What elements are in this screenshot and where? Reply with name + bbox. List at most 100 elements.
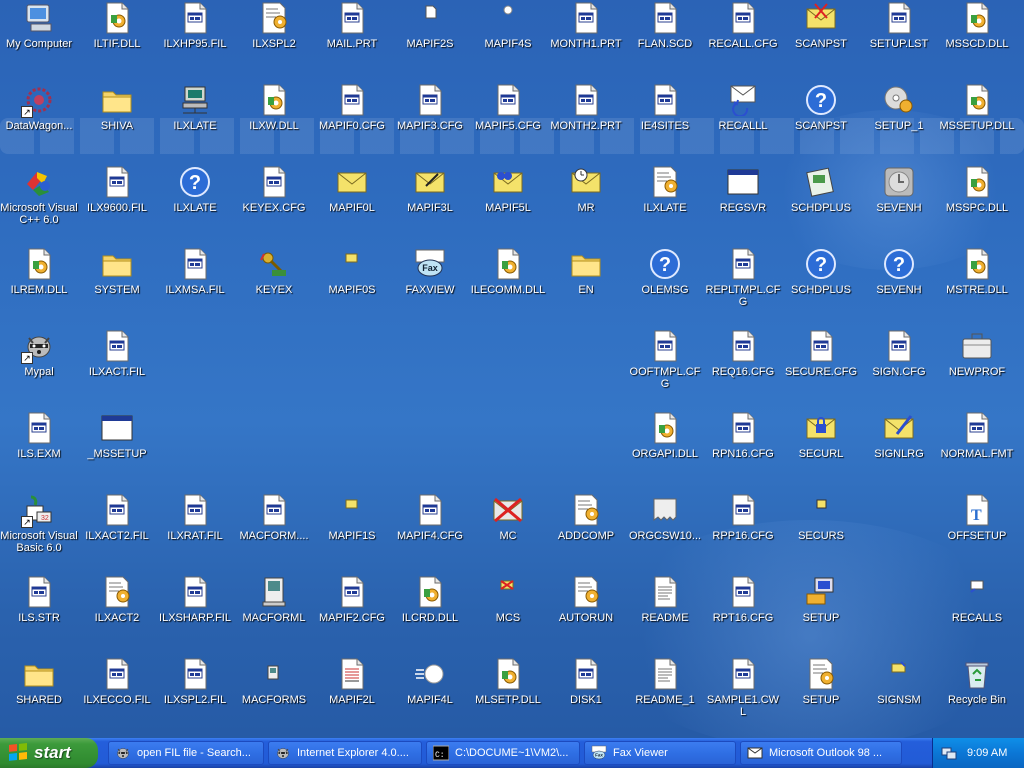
desktop-icon[interactable]: REQ16.CFG	[704, 330, 782, 412]
desktop-icon[interactable]: MC	[469, 494, 547, 576]
desktop-icon[interactable]: NORMAL.FMT	[938, 412, 1016, 494]
desktop-icon[interactable]: ILXECCO.FIL	[78, 658, 156, 740]
desktop-icon[interactable]: MAPIF2.CFG	[313, 576, 391, 658]
desktop-icon[interactable]: ILECOMM.DLL	[469, 248, 547, 330]
desktop[interactable]: My Computer ILTIF.DLL ILXHP95.FIL ILXSPL2…	[0, 0, 1024, 750]
desktop-icon[interactable]: SETUP_1	[860, 84, 938, 166]
desktop-icon[interactable]: ILREM.DLL	[0, 248, 78, 330]
taskbar-button[interactable]: C: C:\DOCUME~1\VM2\...	[426, 741, 580, 765]
desktop-icon[interactable]: ILXW.DLL	[235, 84, 313, 166]
desktop-icon[interactable]: ? SCANPST	[782, 84, 860, 166]
desktop-icon[interactable]: ILS.EXM	[0, 412, 78, 494]
desktop-icon[interactable]: REGSVR	[704, 166, 782, 248]
desktop-icon[interactable]: MSSPC.DLL	[938, 166, 1016, 248]
desktop-icon[interactable]: MAPIF4.CFG	[391, 494, 469, 576]
desktop-icon[interactable]: MR	[547, 166, 625, 248]
desktop-icon[interactable]: MAPIF1S	[313, 494, 391, 576]
desktop-icon[interactable]: Microsoft Visual C++ 6.0	[0, 166, 78, 248]
desktop-icon[interactable]: RPN16.CFG	[704, 412, 782, 494]
desktop-icon[interactable]: ILTIF.DLL	[78, 2, 156, 84]
desktop-icon[interactable]: ILXSPL2.FIL	[156, 658, 234, 740]
desktop-icon[interactable]: MAIL.PRT	[313, 2, 391, 84]
desktop-icon[interactable]: RPT16.CFG	[704, 576, 782, 658]
desktop-icon[interactable]: RECALL.CFG	[704, 2, 782, 84]
desktop-icon[interactable]: MAPIF5.CFG	[469, 84, 547, 166]
desktop-icon[interactable]: SETUP.LST	[860, 2, 938, 84]
desktop-icon[interactable]: ORGAPI.DLL	[626, 412, 704, 494]
desktop-icon[interactable]: MONTH1.PRT	[547, 2, 625, 84]
desktop-icon[interactable]: RPP16.CFG	[704, 494, 782, 576]
desktop-icon[interactable]: _MSSETUP	[78, 412, 156, 494]
start-button[interactable]: start	[0, 738, 98, 768]
desktop-icon[interactable]: IE4SITES	[626, 84, 704, 166]
taskbar-button[interactable]: Microsoft Outlook 98 ...	[740, 741, 902, 765]
desktop-icon[interactable]: SECURE.CFG	[782, 330, 860, 412]
desktop-icon[interactable]: MONTH2.PRT	[547, 84, 625, 166]
taskbar-button[interactable]: Internet Explorer 4.0....	[268, 741, 422, 765]
desktop-icon[interactable]: MLSETP.DLL	[469, 658, 547, 740]
desktop-icon[interactable]: SIGNLRG	[860, 412, 938, 494]
desktop-icon[interactable]: ILXMSA.FIL	[156, 248, 234, 330]
desktop-icon[interactable]: SCANPST	[782, 2, 860, 84]
desktop-icon[interactable]: ↗ Mypal	[0, 330, 78, 412]
taskbar-button[interactable]: open FIL file - Search...	[108, 741, 264, 765]
desktop-icon[interactable]: Fax FAXVIEW	[391, 248, 469, 330]
desktop-icon[interactable]: ? ILXLATE	[156, 166, 234, 248]
desktop-icon[interactable]: SETUP	[782, 658, 860, 740]
desktop-icon[interactable]: MACFORM....	[235, 494, 313, 576]
desktop-icon[interactable]: MAPIF5L	[469, 166, 547, 248]
desktop-icon[interactable]: SAMPLE1.CWL	[704, 658, 782, 740]
desktop-icon[interactable]: RECALLS	[938, 576, 1016, 658]
desktop-icon[interactable]: MAPIF3.CFG	[391, 84, 469, 166]
desktop-icon[interactable]: KEYEX.CFG	[235, 166, 313, 248]
desktop-icon[interactable]: ILXACT2	[78, 576, 156, 658]
desktop-icon[interactable]: SCHDPLUS	[782, 166, 860, 248]
desktop-icon[interactable]: REPLTMPL.CFG	[704, 248, 782, 330]
desktop-icon[interactable]: MAPIF3L	[391, 166, 469, 248]
desktop-icon[interactable]: OOFTMPL.CFG	[626, 330, 704, 412]
desktop-icon[interactable]: ILXLATE	[156, 84, 234, 166]
desktop-icon[interactable]: ILX9600.FIL	[78, 166, 156, 248]
desktop-icon[interactable]: ILXACT2.FIL	[78, 494, 156, 576]
desktop-icon[interactable]: SIGN.CFG	[860, 330, 938, 412]
desktop-icon[interactable]: FLAN.SCD	[626, 2, 704, 84]
desktop-icon[interactable]: MAPIF0L	[313, 166, 391, 248]
desktop-icon[interactable]: MAPIF0.CFG	[313, 84, 391, 166]
desktop-icon[interactable]: ILXHP95.FIL	[156, 2, 234, 84]
desktop-icon[interactable]: SECURL	[782, 412, 860, 494]
desktop-icon[interactable]: MSSETUP.DLL	[938, 84, 1016, 166]
network-tray-icon[interactable]	[941, 745, 957, 761]
desktop-icon[interactable]: SETUP	[782, 576, 860, 658]
desktop-icon[interactable]: ILXRAT.FIL	[156, 494, 234, 576]
desktop-icon[interactable]: RECALLL	[704, 84, 782, 166]
desktop-icon[interactable]: ILXLATE	[626, 166, 704, 248]
desktop-icon[interactable]: MACFORMS	[235, 658, 313, 740]
desktop-icon[interactable]: ↗ DataWagon...	[0, 84, 78, 166]
desktop-icon[interactable]: ILS.STR	[0, 576, 78, 658]
desktop-icon[interactable]: ILXSPL2	[235, 2, 313, 84]
taskbar-button[interactable]: Fax Fax Viewer	[584, 741, 736, 765]
desktop-icon[interactable]: ADDCOMP	[547, 494, 625, 576]
desktop-icon[interactable]: 32 ↗ Microsoft Visual Basic 6.0	[0, 494, 78, 576]
desktop-icon[interactable]: SHIVA	[78, 84, 156, 166]
desktop-icon[interactable]: README	[626, 576, 704, 658]
desktop-icon[interactable]: EN	[547, 248, 625, 330]
desktop-icon[interactable]: ILXACT.FIL	[78, 330, 156, 412]
desktop-icon[interactable]: SECURS	[782, 494, 860, 576]
desktop-icon[interactable]: ? SCHDPLUS	[782, 248, 860, 330]
desktop-icon[interactable]: My Computer	[0, 2, 78, 84]
desktop-icon[interactable]: SYSTEM	[78, 248, 156, 330]
desktop-icon[interactable]: MAPIF0S	[313, 248, 391, 330]
desktop-icon[interactable]: MCS	[469, 576, 547, 658]
desktop-icon[interactable]: NEWPROF	[938, 330, 1016, 412]
desktop-icon[interactable]: ILXSHARP.FIL	[156, 576, 234, 658]
desktop-icon[interactable]: AUTORUN	[547, 576, 625, 658]
desktop-icon[interactable]: KEYEX	[235, 248, 313, 330]
desktop-icon[interactable]: ? SEVENH	[860, 248, 938, 330]
desktop-icon[interactable]: MSSCD.DLL	[938, 2, 1016, 84]
desktop-icon[interactable]: SIGNSM	[860, 658, 938, 740]
desktop-icon[interactable]: MSTRE.DLL	[938, 248, 1016, 330]
desktop-icon[interactable]: SEVENH	[860, 166, 938, 248]
desktop-icon[interactable]: ORGCSW10...	[626, 494, 704, 576]
desktop-icon[interactable]: DISK1	[547, 658, 625, 740]
